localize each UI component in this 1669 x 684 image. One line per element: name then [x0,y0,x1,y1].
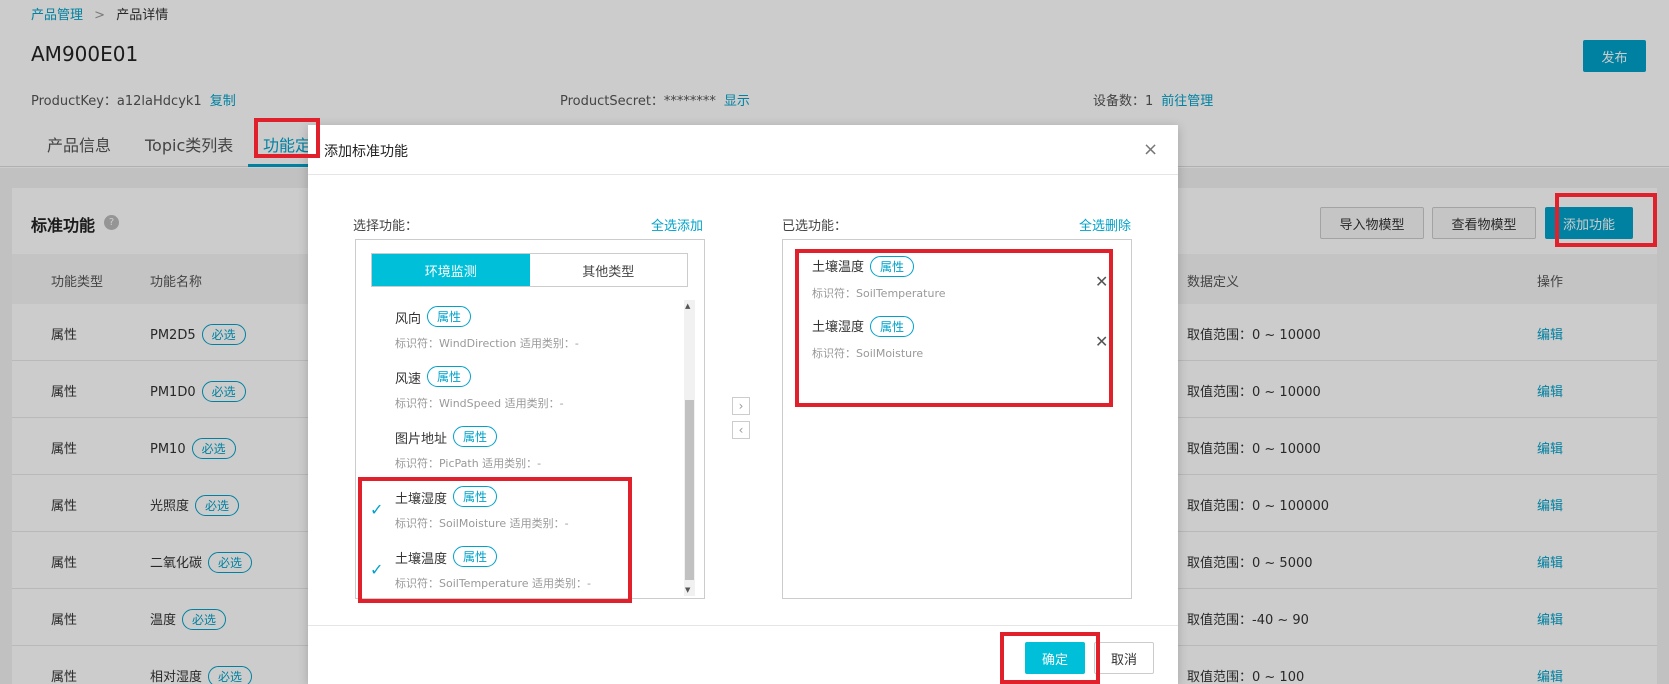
select-function-label: 选择功能： [353,219,419,234]
function-identifier: 标识符：SoilMoisture 适用类别：- [395,517,569,530]
function-identifier: 标识符：SoilTemperature 适用类别：- [395,577,591,590]
property-badge: 属性 [453,486,498,507]
available-item-wind-speed[interactable]: 风速 属性 [395,366,472,387]
function-name: 土壤湿度 [395,492,448,507]
available-item-soil-moisture[interactable]: 土壤湿度 属性 [395,486,498,507]
add-standard-function-dialog: 添加标准功能 × 选择功能： 全选添加 已选功能： 全选删除 环境监测 其他类型… [308,125,1178,684]
function-identifier: 标识符：SoilTemperature [812,287,946,300]
selected-function-label: 已选功能： [782,219,848,234]
function-identifier: 标识符：WindDirection 适用类别：- [395,337,579,350]
property-badge: 属性 [870,316,915,337]
function-name: 土壤温度 [395,552,448,567]
property-badge: 属性 [427,306,472,327]
available-item-soil-temperature[interactable]: 土壤温度 属性 [395,546,498,567]
remove-icon[interactable]: ✕ [1095,332,1108,351]
select-all-add-link[interactable]: 全选添加 [651,215,703,234]
selected-functions-list: 土壤温度 属性 标识符：SoilTemperature ✕ 土壤湿度 属性 标识符：… [782,239,1132,599]
function-name: 土壤湿度 [812,320,865,335]
segment-environment-monitoring[interactable]: 环境监测 [372,254,530,286]
function-name: 土壤温度 [812,260,865,275]
category-segmented-control: 环境监测 其他类型 [371,253,688,287]
move-left-icon[interactable]: ‹ [732,421,750,439]
move-right-icon[interactable]: › [732,397,750,415]
function-identifier: 标识符：SoilMoisture [812,347,924,360]
select-all-remove-link[interactable]: 全选删除 [1079,215,1131,234]
function-name: 风向 [395,312,422,327]
available-functions-list: 环境监测 其他类型 风向 属性 标识符：WindDirection 适用类别：- … [355,239,705,599]
close-icon[interactable]: × [1143,141,1158,159]
confirm-button[interactable]: 确定 [1025,642,1085,674]
function-identifier: 标识符：WindSpeed 适用类别：- [395,397,564,410]
function-name: 图片地址 [395,432,448,447]
checkmark-icon: ✓ [370,500,384,519]
remove-icon[interactable]: ✕ [1095,272,1108,291]
dialog-header: 添加标准功能 × [308,125,1178,175]
function-name: 风速 [395,372,422,387]
function-identifier: 标识符：PicPath 适用类别：- [395,457,542,470]
property-badge: 属性 [427,366,472,387]
selected-item-soil-temperature: 土壤温度 属性 [812,256,915,277]
scrollbar-thumb[interactable] [685,400,694,580]
cancel-button[interactable]: 取消 [1094,642,1154,674]
dialog-title: 添加标准功能 [324,144,408,160]
scroll-down-icon[interactable]: ▼ [685,586,690,594]
property-badge: 属性 [453,426,498,447]
segment-other-types[interactable]: 其他类型 [530,254,688,286]
dialog-footer: 确定 取消 [308,625,1178,684]
selected-item-soil-moisture: 土壤湿度 属性 [812,316,915,337]
checkmark-icon: ✓ [370,560,384,579]
property-badge: 属性 [453,546,498,567]
property-badge: 属性 [870,256,915,277]
available-item-pic-path[interactable]: 图片地址 属性 [395,426,498,447]
scroll-up-icon[interactable]: ▲ [685,302,690,310]
available-item-wind-direction[interactable]: 风向 属性 [395,306,472,327]
list-scrollbar[interactable]: ▲ ▼ [684,300,695,596]
